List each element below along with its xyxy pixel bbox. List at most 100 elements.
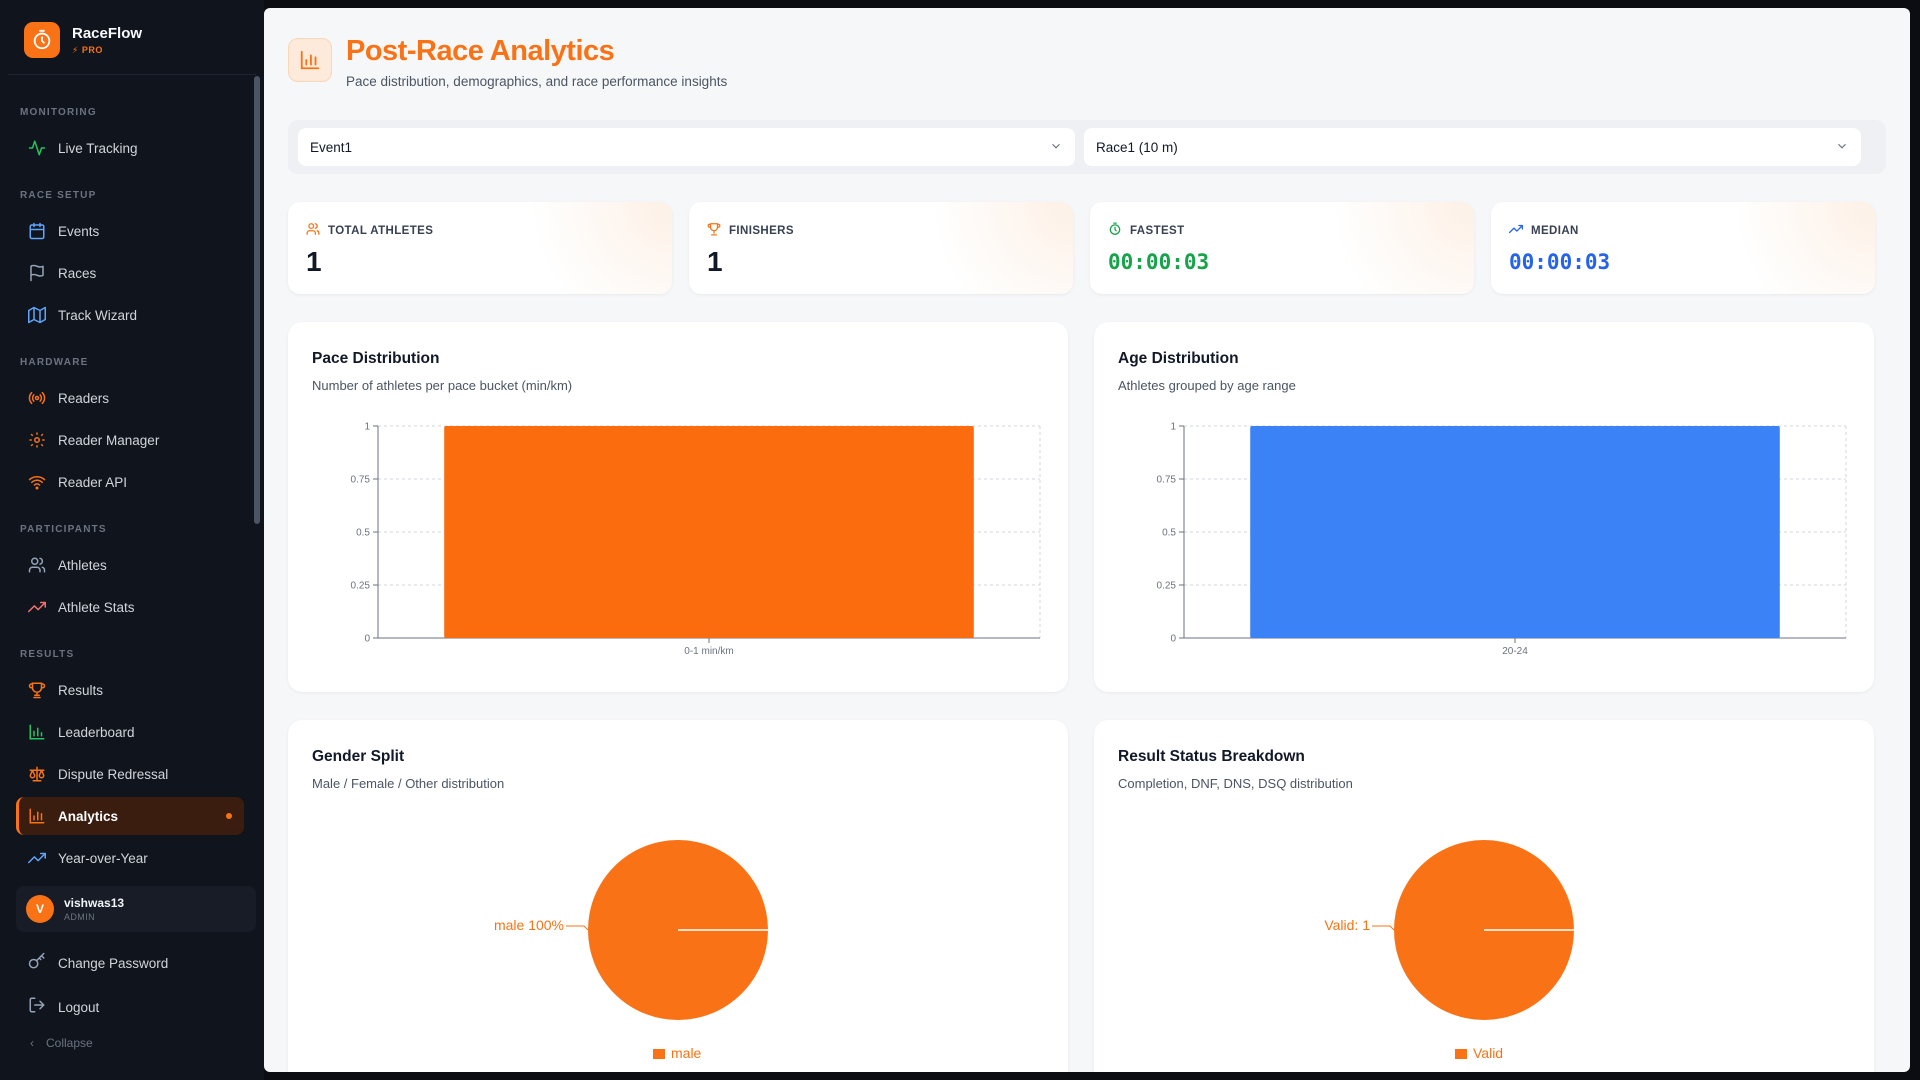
sidebar-item-label: Athletes xyxy=(58,557,107,573)
chevron-down-icon xyxy=(1835,139,1849,156)
gender-pie-chart: male 100% male xyxy=(494,840,768,1061)
sidebar-scrollbar[interactable] xyxy=(254,76,260,524)
sidebar-item-label: Reader API xyxy=(58,474,128,490)
stat-value: 1 xyxy=(306,246,322,277)
sidebar-item-label: Athlete Stats xyxy=(58,599,135,615)
sidebar-item-year-over-year[interactable]: Year-over-Year xyxy=(16,839,244,877)
user-role: ADMIN xyxy=(64,912,95,922)
user-name: vishwas13 xyxy=(64,896,125,910)
nav-section-participants: PARTICIPANTS xyxy=(20,524,107,535)
legend-label: male xyxy=(671,1045,702,1061)
x-tick-label: 0-1 min/km xyxy=(684,646,733,657)
slice-label: Valid: 1 xyxy=(1324,917,1370,933)
chevron-left-icon: ‹ xyxy=(30,1036,34,1050)
map-icon xyxy=(28,306,46,324)
label-leader-line xyxy=(1372,925,1395,931)
pro-badge: ⚡ PRO xyxy=(72,44,103,55)
sidebar-item-dispute-redressal[interactable]: Dispute Redressal xyxy=(16,755,244,793)
stopwatch-logo-icon xyxy=(24,22,60,58)
sidebar-item-reader-manager[interactable]: Reader Manager xyxy=(16,421,244,459)
stat-label: FASTEST xyxy=(1130,224,1185,237)
scale-icon xyxy=(28,765,46,783)
y-tick-label: 0 xyxy=(364,634,370,645)
sidebar-item-leaderboard[interactable]: Leaderboard xyxy=(16,713,244,751)
trophy-icon xyxy=(28,681,46,699)
sidebar-item-athletes[interactable]: Athletes xyxy=(16,546,244,584)
change-password-label: Change Password xyxy=(58,956,169,971)
sidebar-item-label: Reader Manager xyxy=(58,432,160,448)
radio-icon xyxy=(28,389,46,407)
event-select-value: Event1 xyxy=(310,139,353,155)
sidebar-item-label: Races xyxy=(58,265,97,281)
bar xyxy=(444,426,974,638)
logout-icon xyxy=(28,996,46,1019)
age-bar-chart: 0 0.25 0.5 0.75 1 20-24 xyxy=(1157,422,1847,657)
sidebar-item-athlete-stats[interactable]: Athlete Stats xyxy=(16,588,244,626)
pace-bar-chart: 0 0.25 0.5 0.75 1 0-1 min/km xyxy=(351,422,1041,657)
y-tick-label: 0.25 xyxy=(351,581,371,592)
chevron-down-icon xyxy=(1049,139,1063,156)
y-tick-label: 0.25 xyxy=(1157,581,1177,592)
y-tick-label: 0.75 xyxy=(1157,475,1177,486)
sidebar-item-label: Live Tracking xyxy=(58,140,138,156)
nav-section-monitoring: MONITORING xyxy=(20,107,97,118)
app-name: RaceFlow xyxy=(72,24,143,42)
event-select[interactable]: Event1 xyxy=(298,128,1075,166)
brand[interactable]: RaceFlow ⚡ PRO xyxy=(24,22,142,58)
analytics-icon xyxy=(288,38,332,82)
nav-section-race-setup: RACE SETUP xyxy=(20,190,97,201)
status-pie-chart: Valid: 1 Valid xyxy=(1324,840,1574,1061)
users-icon xyxy=(28,556,46,574)
collapse-label: Collapse xyxy=(46,1036,93,1050)
sidebar-item-races[interactable]: Races xyxy=(16,254,244,292)
legend-swatch xyxy=(653,1049,665,1059)
user-card[interactable]: V vishwas13 ADMIN xyxy=(16,886,256,932)
sidebar-item-results[interactable]: Results xyxy=(16,671,244,709)
pace-distribution-card: Pace Distribution Number of athletes per… xyxy=(288,322,1068,692)
y-tick-label: 0.5 xyxy=(356,528,370,539)
collapse-button[interactable]: ‹ Collapse xyxy=(30,1036,93,1050)
divider xyxy=(8,74,256,75)
sidebar-item-track-wizard[interactable]: Track Wizard xyxy=(16,296,244,334)
trending-up-icon xyxy=(28,598,46,616)
logout-label: Logout xyxy=(58,1000,100,1015)
analytics-icon xyxy=(28,807,46,825)
y-tick-label: 1 xyxy=(364,422,370,433)
bar-chart-icon xyxy=(28,723,46,741)
sidebar-item-live-tracking[interactable]: Live Tracking xyxy=(16,129,244,167)
stat-value: 00:00:03 xyxy=(1108,250,1210,274)
sidebar-item-events[interactable]: Events xyxy=(16,212,244,250)
sidebar-item-label: Events xyxy=(58,223,100,239)
activity-icon xyxy=(28,139,46,157)
stat-total-athletes: TOTAL ATHLETES 1 xyxy=(288,202,672,294)
sidebar-item-readers[interactable]: Readers xyxy=(16,379,244,417)
x-tick-label: 20-24 xyxy=(1502,646,1528,657)
gear-icon xyxy=(28,431,46,449)
change-password-button[interactable]: Change Password xyxy=(28,952,168,975)
logout-button[interactable]: Logout xyxy=(28,996,99,1019)
gender-split-card: Gender Split Male / Female / Other distr… xyxy=(288,720,1068,1072)
sidebar-item-label: Results xyxy=(58,682,104,698)
stat-value: 00:00:03 xyxy=(1509,250,1611,274)
slice-label: male 100% xyxy=(494,917,564,933)
wifi-icon xyxy=(28,473,46,491)
stat-median: MEDIAN 00:00:03 xyxy=(1491,202,1875,294)
sidebar-item-reader-api[interactable]: Reader API xyxy=(16,463,244,501)
label-leader-line xyxy=(566,925,589,931)
trophy-icon xyxy=(707,222,721,239)
race-select[interactable]: Race1 (10 m) xyxy=(1084,128,1861,166)
key-icon xyxy=(28,952,46,975)
calendar-icon xyxy=(28,222,46,240)
race-select-value: Race1 (10 m) xyxy=(1096,139,1178,155)
flag-icon xyxy=(28,264,46,282)
age-distribution-card: Age Distribution Athletes grouped by age… xyxy=(1094,322,1874,692)
page-title: Post-Race Analytics xyxy=(346,35,615,67)
bar xyxy=(1250,426,1780,638)
result-status-card: Result Status Breakdown Completion, DNF,… xyxy=(1094,720,1874,1072)
sidebar-item-analytics[interactable]: Analytics xyxy=(16,797,244,835)
nav-section-results: RESULTS xyxy=(20,649,75,660)
y-tick-label: 1 xyxy=(1170,422,1176,433)
stat-label: FINISHERS xyxy=(729,224,794,237)
stat-finishers: FINISHERS 1 xyxy=(689,202,1073,294)
legend-swatch xyxy=(1455,1049,1467,1059)
